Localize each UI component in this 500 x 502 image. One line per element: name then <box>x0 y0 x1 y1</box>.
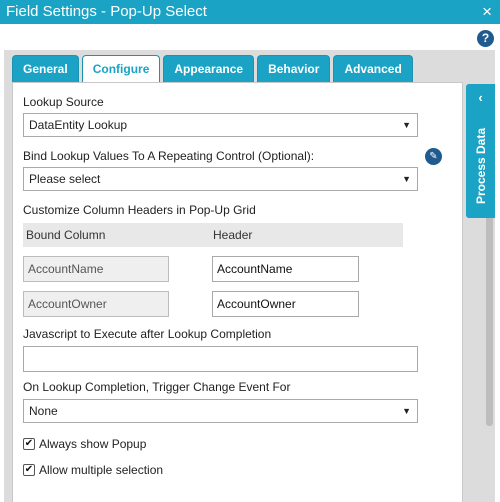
column-grid-header: Bound Column Header <box>23 223 403 247</box>
lookup-source-label: Lookup Source <box>23 95 104 109</box>
bind-lookup-label: Bind Lookup Values To A Repeating Contro… <box>23 149 315 163</box>
chevron-left-icon: ‹ <box>478 90 483 105</box>
bound-column-heading: Bound Column <box>26 228 106 242</box>
bind-lookup-value: Please select <box>29 172 101 186</box>
tab-configure[interactable]: Configure <box>81 55 161 83</box>
window-titlebar: Field Settings - Pop-Up Select × <box>0 0 500 24</box>
chevron-down-icon: ▼ <box>402 406 411 416</box>
always-show-popup-label: Always show Popup <box>39 437 147 451</box>
allow-multiple-option[interactable]: ✔ Allow multiple selection <box>23 462 163 478</box>
allow-multiple-checkbox[interactable]: ✔ <box>23 464 35 476</box>
column-headers-label: Customize Column Headers in Pop-Up Grid <box>23 203 256 217</box>
bound-column-cell: AccountOwner <box>23 291 169 317</box>
tab-appearance[interactable]: Appearance <box>163 55 255 82</box>
lookup-source-select[interactable]: DataEntity Lookup ▼ <box>23 113 418 137</box>
chevron-down-icon: ▼ <box>402 174 411 184</box>
process-data-label: Process Data <box>474 127 488 205</box>
settings-dialog: General Configure Appearance Behavior Ad… <box>4 50 495 502</box>
header-input[interactable]: AccountName <box>212 256 359 282</box>
always-show-popup-checkbox[interactable]: ✔ <box>23 438 35 450</box>
lookup-source-value: DataEntity Lookup <box>29 118 128 132</box>
header-input[interactable]: AccountOwner <box>212 291 359 317</box>
chevron-down-icon: ▼ <box>402 120 411 130</box>
always-show-popup-option[interactable]: ✔ Always show Popup <box>23 436 146 452</box>
trigger-change-value: None <box>29 404 58 418</box>
help-icon[interactable]: ? <box>477 30 494 47</box>
trigger-change-select[interactable]: None ▼ <box>23 399 418 423</box>
bound-column-cell: AccountName <box>23 256 169 282</box>
tab-general[interactable]: General <box>12 55 79 82</box>
configure-panel: Lookup Source DataEntity Lookup ▼ ✎ Bind… <box>12 82 463 502</box>
window-title: Field Settings - Pop-Up Select <box>6 3 207 20</box>
tab-advanced[interactable]: Advanced <box>333 55 413 82</box>
process-data-tab[interactable]: ‹ Process Data <box>466 84 495 218</box>
tab-behavior[interactable]: Behavior <box>257 55 331 82</box>
tab-bar: General Configure Appearance Behavior Ad… <box>12 55 413 83</box>
allow-multiple-label: Allow multiple selection <box>39 463 164 477</box>
edit-pencil-icon[interactable]: ✎ <box>425 148 442 165</box>
bind-lookup-select[interactable]: Please select ▼ <box>23 167 418 191</box>
header-column-heading: Header <box>213 228 253 242</box>
javascript-label: Javascript to Execute after Lookup Compl… <box>23 327 272 341</box>
javascript-input[interactable] <box>23 346 418 372</box>
trigger-change-label: On Lookup Completion, Trigger Change Eve… <box>23 380 291 394</box>
close-icon[interactable]: × <box>482 0 492 24</box>
